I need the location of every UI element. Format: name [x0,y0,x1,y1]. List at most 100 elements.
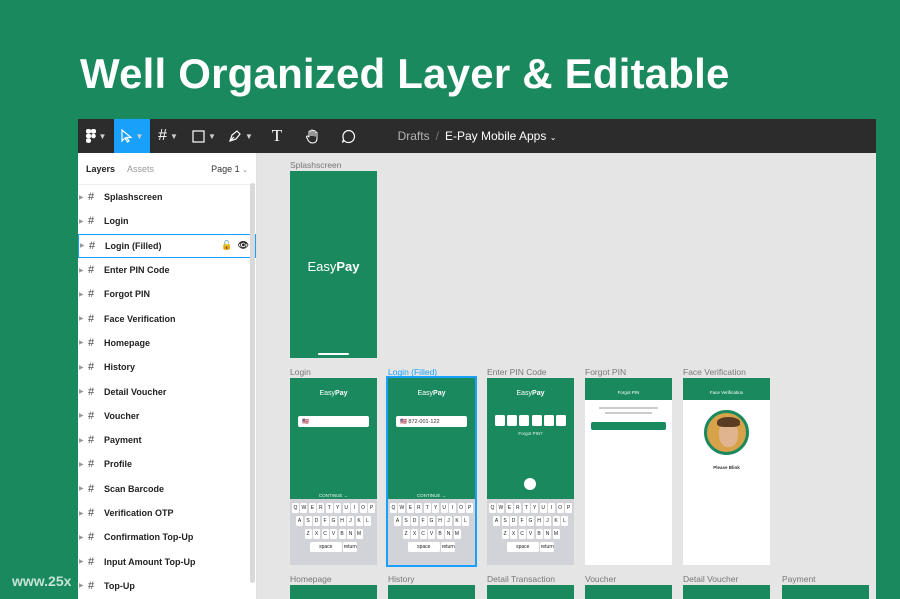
keyboard-key[interactable]: Z [501,529,509,539]
keyboard-key[interactable]: I [548,503,556,513]
call-customer-service-button[interactable] [591,422,666,430]
unlock-icon[interactable]: 🔓 [221,240,232,251]
expand-arrow-icon[interactable]: ▶ [79,218,84,225]
keyboard-key[interactable]: D [313,516,320,526]
keyboard-key[interactable]: T [423,503,431,513]
keyboard-key[interactable]: B [338,529,346,539]
keyboard-key[interactable]: H [535,516,543,526]
expand-arrow-icon[interactable]: ▶ [79,315,84,322]
keyboard-key[interactable]: Z [304,529,312,539]
phone-input[interactable]: 🇺🇸 [298,416,369,427]
shape-tool-button[interactable]: ▼ [186,119,222,153]
keyboard-key[interactable]: Q [291,503,299,513]
frame-label-homepage[interactable]: Homepage [290,574,332,584]
layer-item[interactable]: ▶ # Detail Voucher [78,379,256,403]
keyboard-key[interactable]: G [527,516,534,526]
keyboard-key[interactable]: G [330,516,337,526]
keyboard-key[interactable]: P [368,503,376,513]
face-id-icon[interactable] [524,478,536,490]
key-return[interactable]: return [540,542,555,552]
design-canvas[interactable]: Splashscreen EasyPay Login Login (Filled… [257,153,876,599]
comment-tool-button[interactable] [331,119,367,153]
keyboard-key[interactable]: X [313,529,320,539]
keyboard-key[interactable]: W [497,503,505,513]
keyboard-key[interactable]: F [518,516,526,526]
layer-item[interactable]: ▶ # Login (Filled) 🔓 👁 [78,233,256,258]
keyboard-key[interactable]: S [501,516,509,526]
frame-login-filled[interactable]: EasyPay 🇺🇸 872-001-122 CONTINUE → QWERTY… [386,376,477,567]
key-space[interactable]: space [309,542,342,552]
eye-icon[interactable]: 👁 [238,240,249,251]
layer-item[interactable]: ▶ # Profile [78,452,256,476]
keyboard-key[interactable]: J [445,516,452,526]
keyboard-key[interactable]: K [552,516,560,526]
keyboard-key[interactable]: C [419,529,427,539]
keyboard-key[interactable]: Q [389,503,397,513]
layer-item[interactable]: ▶ # Enter PIN Code [78,258,256,282]
keyboard-key[interactable]: H [338,516,346,526]
frame-label-face-verification[interactable]: Face Verification [683,367,746,377]
keyboard-key[interactable]: U [539,503,547,513]
keyboard-key[interactable]: T [522,503,530,513]
keyboard-key[interactable]: H [436,516,444,526]
tab-layers[interactable]: Layers [86,164,115,174]
keyboard-key[interactable]: O [359,503,367,513]
keyboard-key[interactable]: K [355,516,363,526]
keyboard-key[interactable]: F [321,516,329,526]
key-space[interactable]: space [506,542,539,552]
expand-arrow-icon[interactable]: ▶ [79,388,84,395]
keyboard-key[interactable]: W [398,503,406,513]
layers-scrollbar[interactable] [250,183,255,583]
keyboard-key[interactable]: C [518,529,526,539]
keyboard-key[interactable]: Y [432,503,440,513]
keyboard-key[interactable]: Y [531,503,539,513]
keyboard-key[interactable]: Z [402,529,410,539]
frame-tool-button[interactable]: # ▼ [150,119,186,153]
frame-history[interactable] [388,585,475,599]
layer-item[interactable]: ▶ # Verification OTP [78,501,256,525]
keyboard-key[interactable]: U [342,503,350,513]
pen-tool-button[interactable]: ▼ [222,119,259,153]
keyboard-key[interactable]: O [457,503,465,513]
expand-arrow-icon[interactable]: ▶ [79,534,84,541]
layer-item[interactable]: ▶ # Forgot PIN [78,282,256,306]
frame-label-voucher[interactable]: Voucher [585,574,616,584]
keyboard-key[interactable]: Y [334,503,342,513]
page-selector[interactable]: Page 1 ⌄ [211,164,248,174]
pin-boxes[interactable] [495,415,566,426]
breadcrumb-drafts[interactable]: Drafts [398,129,430,143]
expand-arrow-icon[interactable]: ▶ [79,485,84,492]
keyboard-key[interactable]: U [440,503,448,513]
keyboard-key[interactable]: A [493,516,500,526]
keyboard-key[interactable]: L [462,516,469,526]
expand-arrow-icon[interactable]: ▶ [79,510,84,517]
frame-face-verification[interactable]: Face Verification Please Blink [683,378,770,565]
keyboard-key[interactable]: M [552,529,560,539]
keyboard-key[interactable]: Q [488,503,496,513]
keyboard-key[interactable]: T [325,503,333,513]
frame-detail-transaction[interactable] [487,585,574,599]
layer-item[interactable]: ▶ # Face Verification [78,306,256,330]
expand-arrow-icon[interactable]: ▶ [79,461,84,468]
keyboard-key[interactable]: X [510,529,517,539]
frame-label-login[interactable]: Login [290,367,311,377]
layer-item[interactable]: ▶ # Voucher [78,404,256,428]
text-tool-button[interactable]: T [259,119,295,153]
frame-login[interactable]: EasyPay 🇺🇸 CONTINUE → QWERTYUIOP ASDFGHJ… [290,378,377,565]
keyboard-key[interactable]: F [419,516,427,526]
keyboard-key[interactable]: E [505,503,513,513]
keyboard-key[interactable]: L [561,516,568,526]
keyboard-key[interactable]: R [317,503,325,513]
expand-arrow-icon[interactable]: ▶ [79,437,84,444]
frame-label-detail-transaction[interactable]: Detail Transaction [487,574,555,584]
keyboard-key[interactable]: V [428,529,435,539]
frame-homepage[interactable] [290,585,377,599]
keyboard-key[interactable]: K [453,516,461,526]
keyboard-key[interactable]: M [453,529,461,539]
keyboard-key[interactable]: S [304,516,312,526]
layer-item[interactable]: ▶ # History [78,355,256,379]
layer-item[interactable]: ▶ # Splashscreen [78,185,256,209]
frame-enter-pin[interactable]: EasyPay Forgot PIN? QWERTYUIOP ASDFGHJKL… [487,378,574,565]
phone-input-filled[interactable]: 🇺🇸 872-001-122 [396,416,467,427]
keyboard-key[interactable]: C [321,529,329,539]
